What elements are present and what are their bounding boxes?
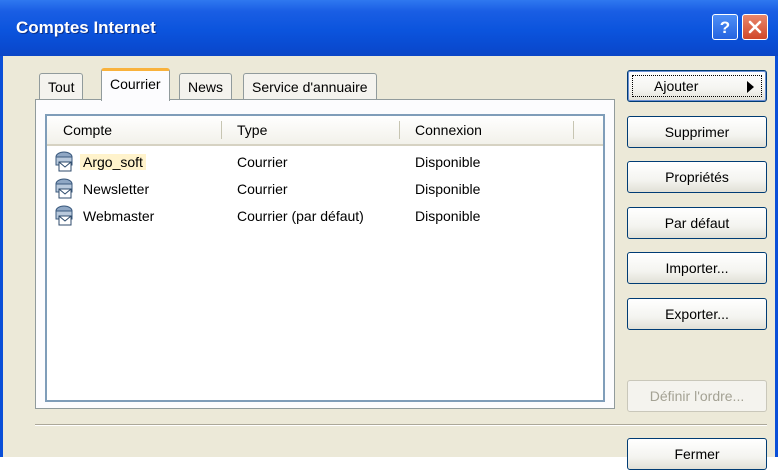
close-icon bbox=[748, 20, 762, 34]
help-button[interactable]: ? bbox=[712, 14, 738, 40]
window-title: Comptes Internet bbox=[16, 18, 156, 37]
import-button[interactable]: Importer... bbox=[627, 252, 767, 284]
account-name: Webmaster bbox=[83, 208, 155, 224]
add-button[interactable]: Ajouter bbox=[627, 70, 767, 102]
account-type: Courrier bbox=[237, 181, 288, 197]
delete-button[interactable]: Supprimer bbox=[627, 116, 767, 148]
close-dialog-button[interactable]: Fermer bbox=[627, 438, 767, 470]
export-button[interactable]: Exporter... bbox=[627, 298, 767, 330]
column-header-connexion[interactable]: Connexion bbox=[415, 116, 482, 144]
tab-label: Service d'annuaire bbox=[252, 79, 368, 95]
account-name: Argo_soft bbox=[80, 149, 146, 175]
tab-service-annuaire[interactable]: Service d'annuaire bbox=[243, 73, 377, 99]
column-header-type[interactable]: Type bbox=[237, 116, 267, 144]
account-connexion: Disponible bbox=[415, 181, 481, 197]
tab-courrier[interactable]: Courrier bbox=[101, 68, 170, 101]
account-type: Courrier bbox=[237, 154, 288, 170]
mail-account-icon bbox=[55, 178, 73, 199]
table-row[interactable]: Webmaster Courrier (par défaut) Disponib… bbox=[47, 203, 603, 230]
account-name-text: Argo_soft bbox=[80, 154, 146, 170]
account-name: Newsletter bbox=[83, 181, 150, 197]
table-row[interactable]: Newsletter Courrier Disponible bbox=[47, 176, 603, 203]
column-separator[interactable] bbox=[399, 121, 400, 139]
tab-label: News bbox=[188, 79, 224, 95]
divider bbox=[35, 424, 767, 426]
submenu-arrow-icon bbox=[747, 81, 754, 93]
tab-news[interactable]: News bbox=[179, 73, 233, 99]
list-header: Compte Type Connexion bbox=[47, 116, 603, 146]
properties-button[interactable]: Propriétés bbox=[627, 161, 767, 193]
set-order-button: Définir l'ordre... bbox=[627, 380, 767, 412]
mail-account-icon bbox=[55, 151, 73, 172]
account-connexion: Disponible bbox=[415, 208, 481, 224]
account-type: Courrier (par défaut) bbox=[237, 208, 364, 224]
column-header-compte[interactable]: Compte bbox=[63, 116, 112, 144]
set-default-button[interactable]: Par défaut bbox=[627, 207, 767, 239]
close-button[interactable] bbox=[742, 14, 768, 40]
column-separator[interactable] bbox=[573, 121, 574, 139]
help-icon: ? bbox=[719, 18, 731, 37]
account-connexion: Disponible bbox=[415, 154, 481, 170]
add-button-label: Ajouter bbox=[654, 78, 699, 94]
tab-label: Tout bbox=[48, 79, 75, 95]
tab-label: Courrier bbox=[110, 76, 161, 92]
table-row[interactable]: Argo_soft Courrier Disponible bbox=[47, 149, 603, 176]
accounts-list[interactable]: Compte Type Connexion Argo_soft Courrier… bbox=[45, 114, 605, 402]
column-separator[interactable] bbox=[221, 121, 222, 139]
mail-account-icon bbox=[55, 205, 73, 226]
tab-tout[interactable]: Tout bbox=[39, 73, 84, 99]
internet-accounts-dialog: Comptes Internet ? Tout Courrier News Se… bbox=[0, 0, 778, 470]
title-bar[interactable]: Comptes Internet ? bbox=[0, 0, 778, 56]
